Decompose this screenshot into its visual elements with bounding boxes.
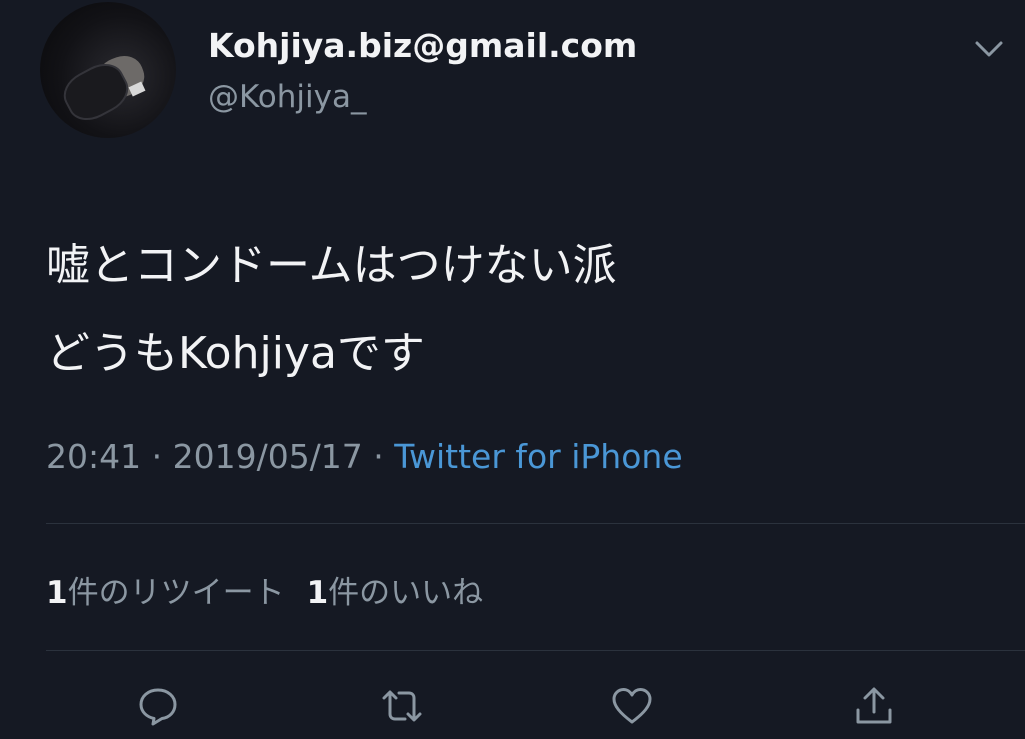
like-count: 1 — [306, 575, 329, 611]
engagement-stats: 1件のリツイート 1件のいいね — [46, 567, 483, 612]
divider — [46, 523, 1025, 524]
like-label: 件のいいね — [328, 575, 484, 611]
avatar[interactable] — [40, 2, 176, 138]
like-icon[interactable] — [610, 684, 654, 728]
tweet-meta: 20:41 · 2019/05/17 · Twitter for iPhone — [46, 437, 683, 476]
user-handle[interactable]: @Kohjiya_ — [208, 79, 366, 115]
tweet-card: Kohjiya.biz@gmail.com @Kohjiya_ 嘘とコンドームは… — [0, 0, 1025, 739]
meta-separator: · — [362, 437, 395, 476]
tweet-date: 2019/05/17 — [172, 437, 363, 476]
retweet-label: 件のリツイート — [67, 575, 285, 611]
chevron-down-icon[interactable] — [972, 36, 1006, 62]
tweet-source-link[interactable]: Twitter for iPhone — [394, 437, 682, 476]
like-stat[interactable]: 1件のいいね — [307, 575, 484, 611]
tweet-text-line: 嘘とコンドームはつけない派 — [46, 240, 617, 291]
retweet-stat[interactable]: 1件のリツイート — [46, 575, 285, 611]
tweet-text: 嘘とコンドームはつけない派 どうもKohjiyaです — [46, 222, 617, 398]
meta-separator: · — [141, 437, 173, 476]
reply-icon[interactable] — [136, 684, 180, 728]
tweet-time: 20:41 — [46, 437, 142, 476]
retweet-icon[interactable] — [380, 684, 424, 728]
retweet-count: 1 — [46, 575, 68, 611]
display-name[interactable]: Kohjiya.biz@gmail.com — [208, 26, 637, 65]
tweet-text-line: どうもKohjiyaです — [46, 328, 425, 379]
divider — [46, 650, 1025, 651]
share-icon[interactable] — [852, 684, 896, 728]
